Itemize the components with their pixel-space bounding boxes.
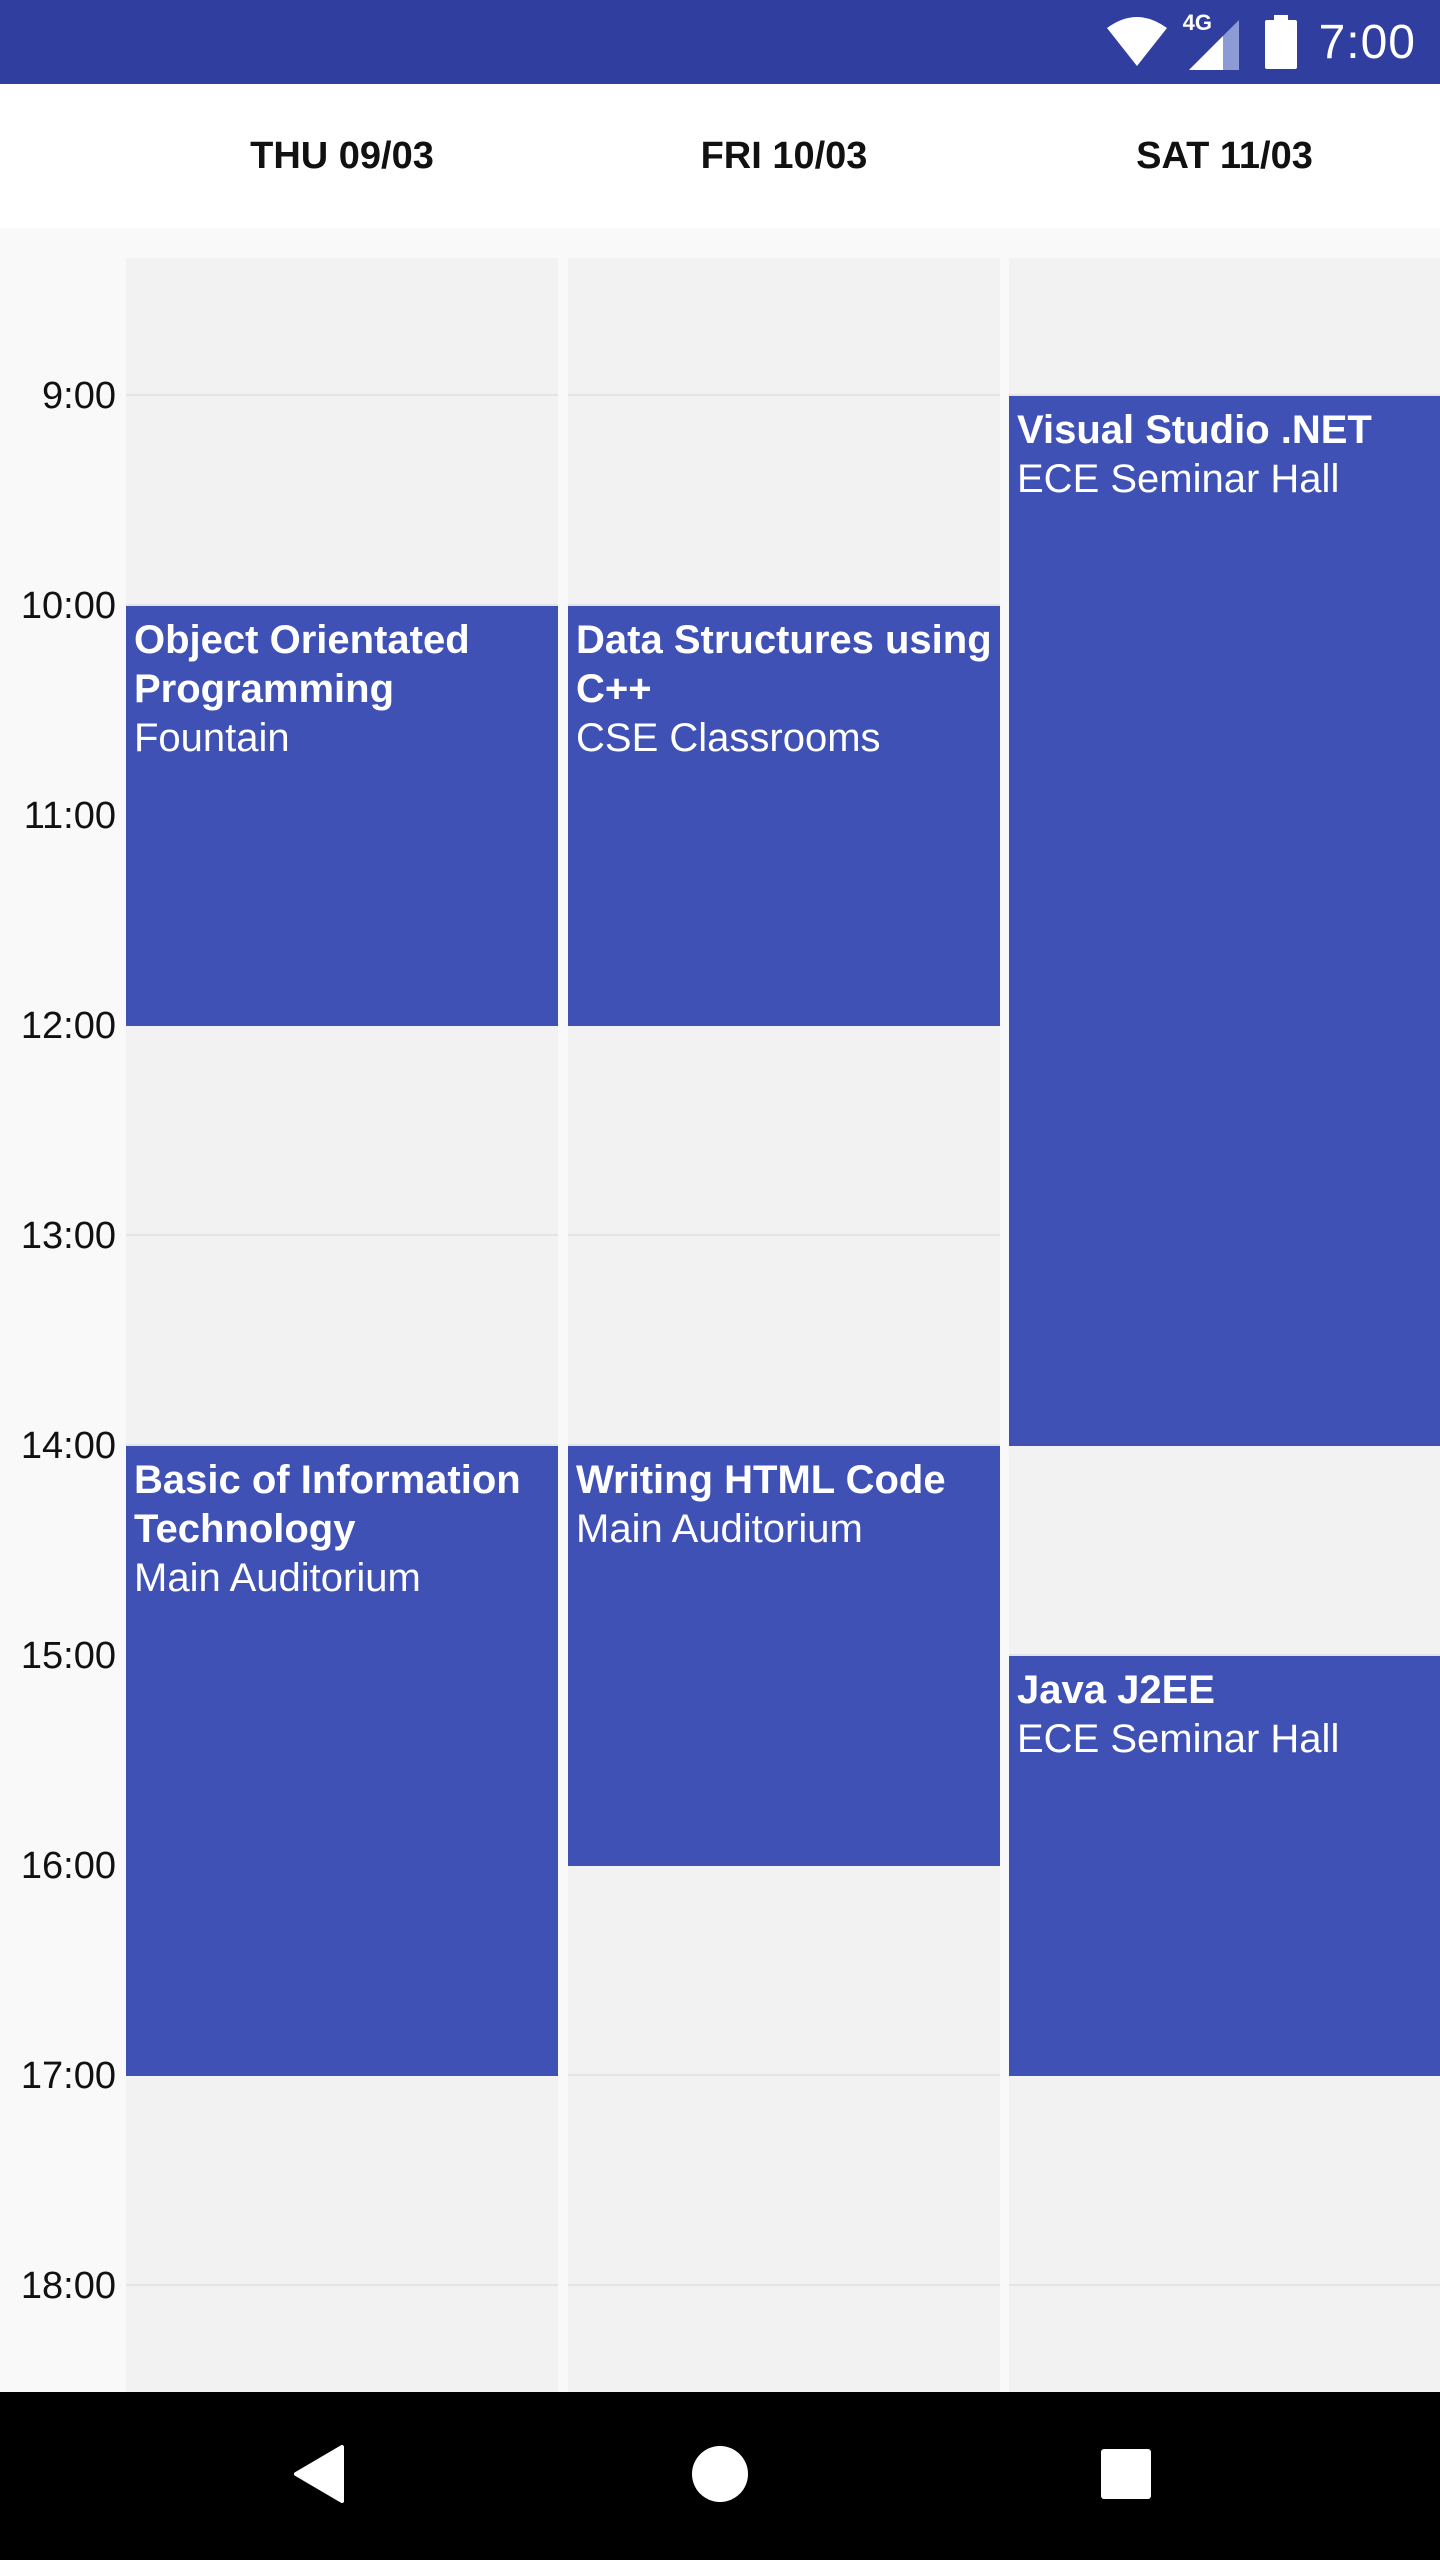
back-icon <box>290 2443 346 2509</box>
event-title: Visual Studio .NET <box>1017 408 1372 452</box>
time-label: 16:00 <box>20 1845 116 1887</box>
event-data-structures-using-cpp[interactable]: Data Structures using C++ CSE Classrooms <box>568 606 1000 1026</box>
event-location: Fountain <box>134 716 290 760</box>
recents-button[interactable] <box>1046 2392 1206 2560</box>
event-location: Main Auditorium <box>134 1556 421 1600</box>
event-title: Basic of Information Technology <box>134 1458 521 1551</box>
day-header-sat: SAT 11/03 <box>1136 134 1313 177</box>
time-label: 13:00 <box>20 1215 116 1257</box>
hour-line <box>1009 2284 1440 2286</box>
time-label: 14:00 <box>20 1425 116 1467</box>
hour-line <box>568 2284 1000 2286</box>
clock-time: 7:00 <box>1318 15 1416 69</box>
schedule-grid[interactable]: 9:00 10:00 11:00 12:00 13:00 14:00 15:00… <box>0 228 1440 2392</box>
day-header-thu: THU 09/03 <box>250 134 434 177</box>
day-header-fri: FRI 10/03 <box>700 134 868 177</box>
event-java-j2ee[interactable]: Java J2EE ECE Seminar Hall <box>1009 1656 1440 2076</box>
event-location: Main Auditorium <box>576 1507 863 1551</box>
status-icons: 4G 7:00 <box>1105 0 1416 84</box>
time-label: 11:00 <box>23 795 116 837</box>
hour-line <box>126 394 558 396</box>
time-label: 18:00 <box>20 2265 116 2307</box>
day-column-fri[interactable] <box>568 258 1000 2392</box>
time-label: 10:00 <box>20 585 116 627</box>
battery-icon <box>1263 15 1299 69</box>
wifi-icon <box>1105 16 1169 68</box>
day-header: THU 09/03 FRI 10/03 SAT 11/03 <box>0 84 1440 228</box>
home-icon <box>691 2445 749 2507</box>
recents-icon <box>1099 2447 1153 2505</box>
time-label: 17:00 <box>20 2055 116 2097</box>
event-title: Writing HTML Code <box>576 1458 946 1502</box>
navigation-bar <box>0 2392 1440 2560</box>
event-writing-html-code[interactable]: Writing HTML Code Main Auditorium <box>568 1446 1000 1866</box>
event-object-orientated-programming[interactable]: Object Orientated Programming Fountain <box>126 606 558 1026</box>
home-button[interactable] <box>640 2392 800 2560</box>
hour-line <box>126 2284 558 2286</box>
event-visual-studio-net[interactable]: Visual Studio .NET ECE Seminar Hall <box>1009 396 1440 1446</box>
hour-line <box>568 1234 1000 1236</box>
event-location: CSE Classrooms <box>576 716 881 760</box>
event-title: Java J2EE <box>1017 1668 1215 1712</box>
event-basic-of-information-technology[interactable]: Basic of Information Technology Main Aud… <box>126 1446 558 2076</box>
event-title: Object Orientated Programming <box>134 618 470 711</box>
time-label: 9:00 <box>42 375 116 417</box>
time-label: 15:00 <box>20 1635 116 1677</box>
status-bar: 4G 7:00 <box>0 0 1440 84</box>
hour-line <box>126 1234 558 1236</box>
network-type-label: 4G <box>1182 10 1212 35</box>
event-location: ECE Seminar Hall <box>1017 457 1340 501</box>
event-title: Data Structures using C++ <box>576 618 992 711</box>
back-button[interactable] <box>238 2392 398 2560</box>
time-label: 12:00 <box>20 1005 116 1047</box>
hour-line <box>568 2074 1000 2076</box>
event-location: ECE Seminar Hall <box>1017 1717 1340 1761</box>
hour-line <box>568 394 1000 396</box>
signal-icon: 4G <box>1182 10 1245 72</box>
